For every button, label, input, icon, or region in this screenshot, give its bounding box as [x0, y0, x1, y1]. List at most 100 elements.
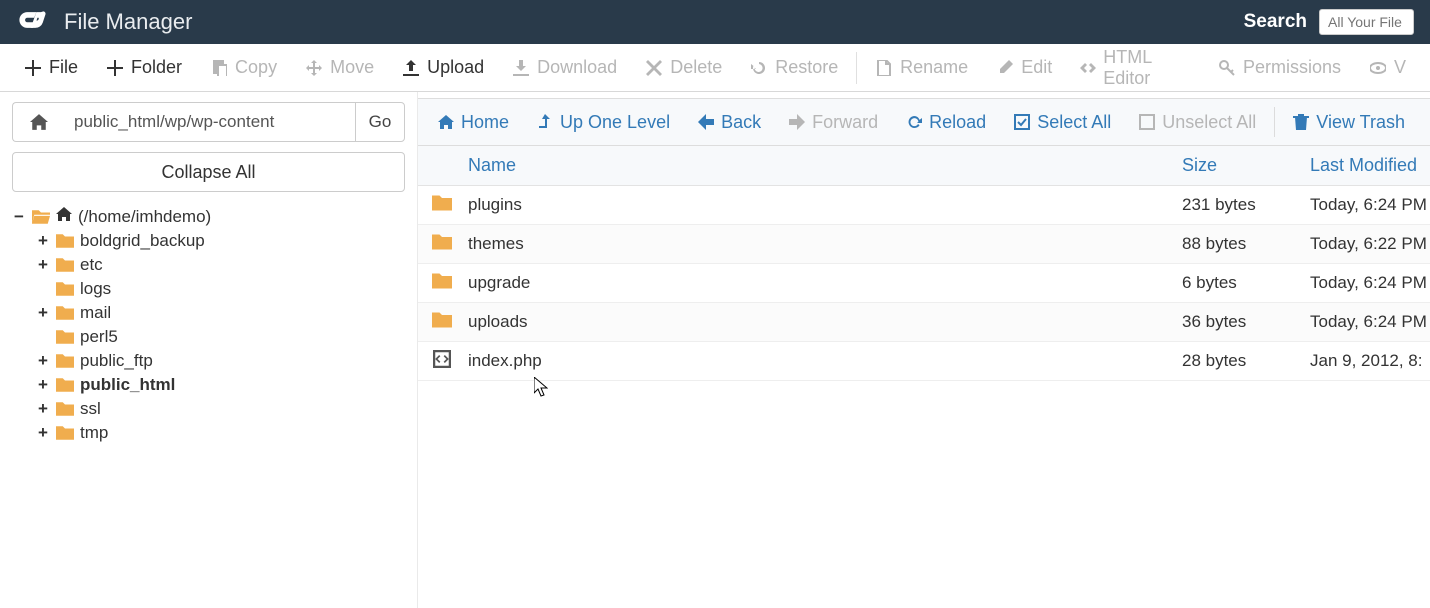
tree-node-logs[interactable]: logs — [36, 277, 405, 301]
file-list: plugins 231 bytes Today, 6:24 PM themes … — [418, 186, 1430, 381]
toolbar-label: Edit — [1021, 57, 1052, 78]
file-modified: Today, 6:22 PM — [1310, 234, 1430, 254]
tree-node-etc[interactable]: + etc — [36, 253, 405, 277]
col-size-header[interactable]: Size — [1182, 155, 1310, 176]
toggle-icon[interactable]: − — [12, 207, 26, 227]
forward-icon — [789, 114, 805, 130]
file-row[interactable]: upgrade 6 bytes Today, 6:24 PM — [418, 264, 1430, 303]
code-icon — [1080, 59, 1096, 77]
col-name-header[interactable]: Name — [466, 155, 1182, 176]
tree-node-public_ftp[interactable]: + public_ftp — [36, 349, 405, 373]
tree-node-mail[interactable]: + mail — [36, 301, 405, 325]
tree-node-perl5[interactable]: perl5 — [36, 325, 405, 349]
nav-label: Forward — [812, 112, 878, 133]
file-size: 28 bytes — [1182, 351, 1310, 371]
toolbar-permissions-button: Permissions — [1204, 51, 1355, 84]
nav-label: Unselect All — [1162, 112, 1256, 133]
nav-reload-button[interactable]: Reload — [892, 99, 1000, 145]
toolbar-html editor-button: HTML Editor — [1066, 41, 1204, 95]
file-size: 36 bytes — [1182, 312, 1310, 332]
nav-unselect all-button: Unselect All — [1125, 99, 1270, 145]
toolbar-upload-button[interactable]: Upload — [388, 51, 498, 84]
tree-node-label: public_html — [80, 375, 175, 395]
plus-icon — [106, 59, 124, 77]
path-input[interactable] — [64, 102, 355, 142]
toggle-icon[interactable]: + — [36, 375, 50, 395]
left-pane: Go Collapse All − (/home/imhdemo) + bold… — [0, 92, 418, 608]
nav-back-button[interactable]: Back — [684, 99, 775, 145]
tree-node-ssl[interactable]: + ssl — [36, 397, 405, 421]
tree-node-tmp[interactable]: + tmp — [36, 421, 405, 445]
search-label: Search — [1244, 11, 1307, 33]
nav-view trash-button[interactable]: View Trash — [1279, 99, 1419, 145]
code-file-icon — [433, 350, 451, 373]
folder-icon — [432, 271, 452, 296]
folder-icon — [56, 304, 74, 322]
toolbar-file-button[interactable]: File — [10, 51, 92, 84]
go-button[interactable]: Go — [355, 102, 405, 142]
file-row[interactable]: plugins 231 bytes Today, 6:24 PM — [418, 186, 1430, 225]
nav-toolbar: Home Up One Level Back Forward Reload Se… — [418, 98, 1430, 146]
nav-label: View Trash — [1316, 112, 1405, 133]
toolbar-download-button: Download — [498, 51, 631, 84]
eye-icon — [1369, 59, 1387, 77]
file-modified: Today, 6:24 PM — [1310, 312, 1430, 332]
tree-node-label: boldgrid_backup — [80, 231, 205, 251]
main-toolbar: File Folder Copy Move Upload Download De… — [0, 44, 1430, 92]
file-icon — [875, 59, 893, 77]
toggle-icon[interactable]: + — [36, 231, 50, 251]
nav-select all-button[interactable]: Select All — [1000, 99, 1125, 145]
file-modified: Today, 6:24 PM — [1310, 195, 1430, 215]
nav-home-button[interactable]: Home — [424, 99, 523, 145]
folder-icon — [56, 424, 74, 442]
file-size: 6 bytes — [1182, 273, 1310, 293]
file-name: plugins — [466, 195, 1182, 215]
toolbar-restore-button: Restore — [736, 51, 852, 84]
toolbar-label: Permissions — [1243, 57, 1341, 78]
toolbar-copy-button: Copy — [196, 51, 291, 84]
tree-root[interactable]: − (/home/imhdemo) — [12, 204, 405, 229]
app-title: File Manager — [64, 9, 192, 35]
home-path-button[interactable] — [12, 102, 64, 142]
toggle-icon[interactable]: + — [36, 303, 50, 323]
toolbar-label: Folder — [131, 57, 182, 78]
toolbar-move-button: Move — [291, 51, 388, 84]
file-row[interactable]: index.php 28 bytes Jan 9, 2012, 8: — [418, 342, 1430, 381]
file-row[interactable]: uploads 36 bytes Today, 6:24 PM — [418, 303, 1430, 342]
trash-icon — [1293, 114, 1309, 130]
toolbar-separator — [856, 52, 857, 84]
file-modified: Jan 9, 2012, 8: — [1310, 351, 1430, 371]
col-modified-header[interactable]: Last Modified — [1310, 155, 1430, 176]
tree-root-label: (/home/imhdemo) — [78, 207, 211, 227]
key-icon — [1218, 59, 1236, 77]
toggle-icon[interactable]: + — [36, 351, 50, 371]
toolbar-label: Move — [330, 57, 374, 78]
reload-icon — [906, 114, 922, 130]
file-row[interactable]: themes 88 bytes Today, 6:22 PM — [418, 225, 1430, 264]
folder-icon — [56, 328, 74, 346]
tree-node-label: logs — [80, 279, 111, 299]
nav-up one level-button[interactable]: Up One Level — [523, 99, 684, 145]
tree-node-label: etc — [80, 255, 103, 275]
toolbar-edit-button: Edit — [982, 51, 1066, 84]
toolbar-delete-button: Delete — [631, 51, 736, 84]
folder-icon — [432, 310, 452, 335]
search-input[interactable] — [1319, 9, 1414, 35]
toggle-icon[interactable]: + — [36, 399, 50, 419]
times-icon — [645, 59, 663, 77]
toolbar-rename-button: Rename — [861, 51, 982, 84]
tree-node-boldgrid_backup[interactable]: + boldgrid_backup — [36, 229, 405, 253]
toggle-icon[interactable]: + — [36, 255, 50, 275]
toolbar-folder-button[interactable]: Folder — [92, 51, 196, 84]
file-name: index.php — [466, 351, 1182, 371]
file-size: 231 bytes — [1182, 195, 1310, 215]
tree-node-public_html[interactable]: + public_html — [36, 373, 405, 397]
nav-label: Home — [461, 112, 509, 133]
collapse-all-button[interactable]: Collapse All — [12, 152, 405, 192]
navbar-separator — [1274, 107, 1275, 137]
toggle-icon[interactable]: + — [36, 423, 50, 443]
back-icon — [698, 114, 714, 130]
file-name: uploads — [466, 312, 1182, 332]
toolbar-label: HTML Editor — [1103, 47, 1190, 89]
folder-icon — [56, 280, 74, 298]
